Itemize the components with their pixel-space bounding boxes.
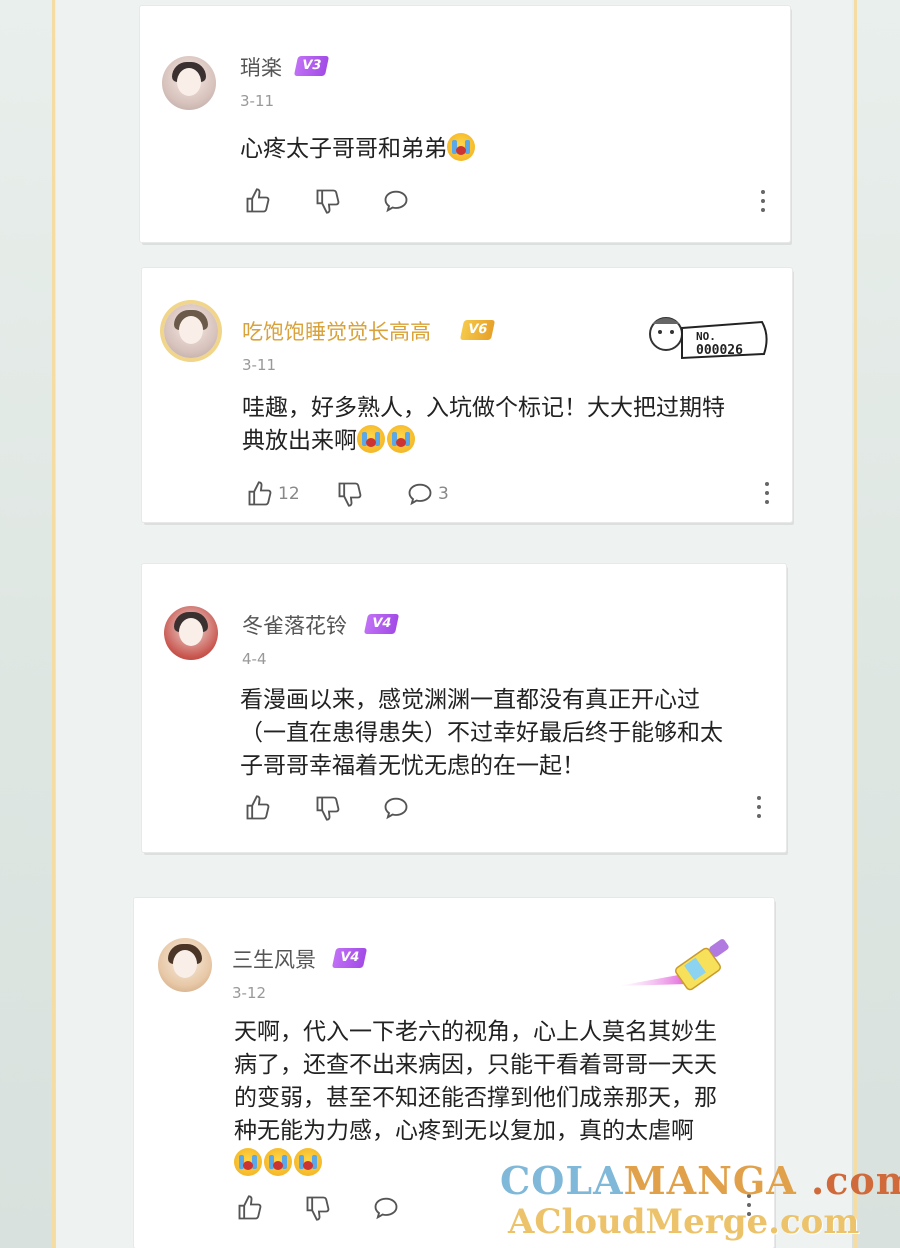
comment-line: 天啊，代入一下老六的视角，心上人莫名其妙生 [234,1019,717,1045]
comment-line: 子哥哥幸福着无忧无虑的在一起！ [240,753,585,779]
comment-bubble-icon [374,1197,398,1220]
avatar[interactable] [164,606,218,660]
watermark-line-2: ACloudMerge.com [508,1202,860,1242]
username[interactable]: 冬雀落花铃 [242,610,347,640]
thumbs-up-icon [238,1195,262,1220]
comment-bubble-icon [408,483,432,506]
like-button[interactable] [244,794,272,822]
reply-button[interactable] [382,794,410,822]
comment-line: 种无能为力感，心疼到无以复加，真的太虐啊 [234,1118,694,1144]
thumbs-up-icon [248,481,272,506]
thumbs-down-icon [338,482,362,507]
paint-brush-icon [618,939,729,991]
avatar[interactable] [162,56,216,110]
thumbs-down-icon [306,1196,330,1221]
avatar[interactable] [164,304,218,358]
crying-emoji-icon [447,133,475,161]
comment-line: 看漫画以来，感觉渊渊一直都没有真正开心过 [240,687,700,713]
like-count: 12 [278,484,300,504]
stamp-label: NO. [696,330,716,343]
crying-emoji-icon [387,425,415,453]
comment-line: 哇趣，好多熟人，入坑做个标记！大大把过期特 [242,395,725,421]
comment-bubble-icon [384,190,408,213]
comment-line: （一直在患得患失）不过幸好最后终于能够和太 [240,720,723,746]
comment-text: 哇趣，好多熟人，入坑做个标记！大大把过期特 典放出来啊 [242,392,725,458]
stamp-number: 000026 [696,343,743,358]
more-options-icon[interactable] [760,190,766,214]
like-button[interactable]: 12 [246,480,300,508]
level-badge: V6 [459,320,496,340]
comment-text: 心疼太子哥哥和弟弟 [240,133,477,166]
dislike-button[interactable] [314,794,342,822]
thumbs-up-icon [246,188,270,213]
comment-date: 4-4 [242,650,267,668]
fan-number-stamp-icon: NO. 000026 [649,317,768,360]
comment-card: 冬雀落花铃 V4 4-4 看漫画以来，感觉渊渊一直都没有真正开心过 （一直在患得… [142,564,786,852]
dislike-button[interactable] [314,187,342,215]
like-button[interactable] [244,187,272,215]
comment-line: 病了，还查不出来病因，只能干看着哥哥一天天 [234,1052,717,1078]
crying-emoji-icon [234,1148,262,1176]
more-options-icon[interactable] [764,482,770,506]
reply-button[interactable]: 3 [406,480,449,508]
username[interactable]: 三生风景 [232,944,316,974]
more-options-icon[interactable] [756,796,762,820]
comment-line: 心疼太子哥哥和弟弟 [240,136,447,162]
like-button[interactable] [236,1194,264,1222]
thumbs-down-icon [316,189,340,214]
dislike-button[interactable] [304,1194,332,1222]
comment-text: 看漫画以来，感觉渊渊一直都没有真正开心过 （一直在患得患失）不过幸好最后终于能够… [240,684,723,783]
thumbs-down-icon [316,796,340,821]
reply-button[interactable] [372,1194,400,1222]
comment-line: 的变弱，甚至不知还能否撑到他们成亲那天，那 [234,1085,717,1111]
dislike-button[interactable] [336,480,364,508]
comment-date: 3-12 [232,984,267,1002]
watermark-line-1: COLAMANGA .com [500,1158,900,1203]
crying-emoji-icon [357,425,385,453]
level-badge: V4 [331,948,368,968]
comment-date: 3-11 [242,356,277,374]
frame-right-border [854,0,857,1248]
username[interactable]: 吃饱饱睡觉觉长高高 [242,316,431,346]
comment-date: 3-11 [240,92,275,110]
site-watermark: COLAMANGA .com ACloudMerge.com [500,1158,900,1248]
level-badge: V4 [363,614,400,634]
thumbs-up-icon [246,795,270,820]
username[interactable]: 琑楽 [240,52,282,82]
comment-bubble-icon [384,797,408,820]
comment-line: 典放出来啊 [242,428,357,454]
frame-left-border [52,0,55,1248]
crying-emoji-icon [264,1148,292,1176]
comment-text: 天啊，代入一下老六的视角，心上人莫名其妙生 病了，还查不出来病因，只能干看着哥哥… [234,1016,717,1181]
level-badge: V3 [293,56,330,76]
avatar[interactable] [158,938,212,992]
reply-count: 3 [438,484,449,504]
comment-card: 琑楽 V3 3-11 心疼太子哥哥和弟弟 [140,6,790,242]
comment-card: 吃饱饱睡觉觉长高高 V6 3-11 NO. 000026 哇趣，好多熟人，入坑做… [142,268,792,522]
reply-button[interactable] [382,187,410,215]
crying-emoji-icon [294,1148,322,1176]
